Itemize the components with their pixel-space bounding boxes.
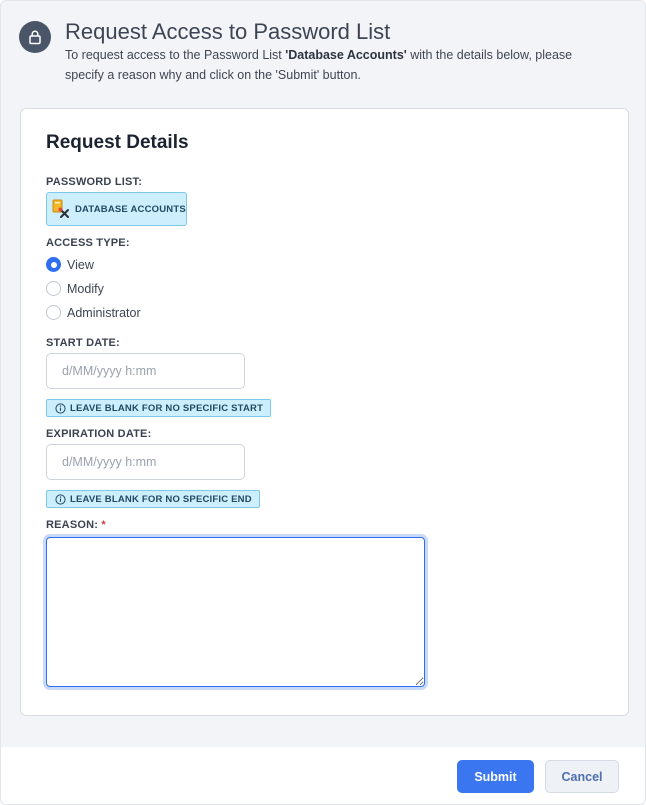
expiration-date-input[interactable] [46, 444, 245, 480]
radio-label-view: View [67, 257, 94, 272]
radio-option-administrator[interactable]: Administrator [46, 305, 141, 320]
password-list-chip: DATABASE ACCOUNTS [46, 192, 187, 226]
info-icon [55, 493, 66, 505]
start-date-input[interactable] [46, 353, 245, 389]
required-mark: * [101, 519, 106, 531]
dialog-footer: Submit Cancel [1, 747, 645, 804]
request-details-card: Request Details PASSWORD LIST: DATABASE … [20, 108, 629, 716]
card-title: Request Details [46, 132, 189, 153]
cancel-button[interactable]: Cancel [545, 760, 619, 793]
password-list-icon [52, 199, 69, 218]
info-icon [55, 402, 66, 414]
start-date-hint-text: LEAVE BLANK FOR NO SPECIFIC START [70, 402, 264, 414]
lock-icon [19, 21, 51, 53]
page-subtitle: To request access to the Password List '… [65, 45, 585, 85]
request-access-dialog: Request Access to Password List To reque… [0, 0, 646, 805]
reason-label-text: REASON: [46, 519, 99, 531]
start-date-hint: LEAVE BLANK FOR NO SPECIFIC START [46, 399, 272, 417]
radio-option-view[interactable]: View [46, 257, 94, 272]
page-title: Request Access to Password List [65, 19, 391, 44]
password-list-name: DATABASE ACCOUNTS [75, 203, 186, 215]
expiration-date-hint: LEAVE BLANK FOR NO SPECIFIC END [46, 490, 260, 508]
radio-option-modify[interactable]: Modify [46, 281, 104, 296]
radio-view[interactable] [46, 257, 61, 272]
radio-label-administrator: Administrator [67, 305, 141, 320]
subtitle-list-name: 'Database Accounts' [285, 48, 407, 62]
radio-administrator[interactable] [46, 305, 61, 320]
access-type-label: ACCESS TYPE: [46, 237, 130, 249]
reason-label: REASON: * [46, 519, 106, 531]
radio-modify[interactable] [46, 281, 61, 296]
expiration-date-hint-text: LEAVE BLANK FOR NO SPECIFIC END [70, 493, 252, 505]
reason-textarea[interactable] [46, 537, 425, 687]
password-list-label: PASSWORD LIST: [46, 176, 143, 188]
submit-button[interactable]: Submit [457, 760, 534, 793]
start-date-label: START DATE: [46, 337, 120, 349]
subtitle-text-start: To request access to the Password List [65, 48, 286, 62]
radio-label-modify: Modify [67, 281, 104, 296]
expiration-date-label: EXPIRATION DATE: [46, 428, 152, 440]
